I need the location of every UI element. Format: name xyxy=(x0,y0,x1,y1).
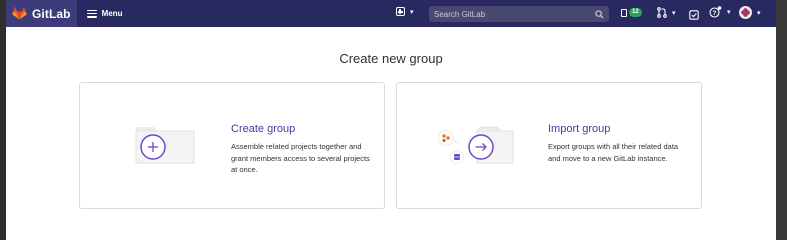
vertical-scrollbar[interactable] xyxy=(776,0,787,240)
menu-label: Menu xyxy=(101,9,123,18)
card-description: Assemble related projects together and g… xyxy=(231,142,370,174)
chevron-down-icon: ▾ xyxy=(757,9,761,17)
import-group-illustration xyxy=(438,126,514,164)
chevron-down-icon: ▾ xyxy=(672,9,676,17)
card-title[interactable]: Import group xyxy=(548,123,610,135)
issues-link[interactable]: 12 xyxy=(621,8,642,17)
search-input[interactable]: Search GitLab xyxy=(429,6,609,22)
issues-icon xyxy=(621,8,627,17)
chevron-down-icon: ▾ xyxy=(727,9,731,16)
page-title: Create new group xyxy=(339,51,443,66)
avatar xyxy=(739,6,752,19)
browser-viewport: GitLab Menu ▾ Search GitLab 12 ▾ ? ▾ ▾ C… xyxy=(6,0,776,240)
help-icon: ? xyxy=(709,6,722,18)
new-dropdown-button[interactable]: ▾ xyxy=(396,7,414,16)
search-placeholder: Search GitLab xyxy=(434,9,486,19)
svg-text:?: ? xyxy=(713,10,717,17)
merge-request-icon xyxy=(657,7,667,18)
merge-requests-dropdown[interactable]: ▾ xyxy=(657,7,676,18)
card-description: Export groups with all their related dat… xyxy=(548,142,679,163)
todo-icon xyxy=(689,10,699,20)
todos-link[interactable] xyxy=(689,7,699,25)
hamburger-icon xyxy=(86,9,97,18)
search-icon xyxy=(595,9,604,19)
menu-button[interactable]: Menu xyxy=(86,9,123,18)
top-navbar: GitLab Menu ▾ Search GitLab 12 ▾ ? ▾ ▾ xyxy=(6,0,776,27)
chevron-down-icon: ▾ xyxy=(410,8,414,16)
user-menu[interactable]: ▾ xyxy=(739,6,761,19)
import-group-card[interactable]: Import group Export groups with all thei… xyxy=(396,82,702,209)
plus-square-icon xyxy=(396,7,405,16)
card-title[interactable]: Create group xyxy=(231,123,295,135)
gitlab-logo-icon xyxy=(12,7,27,20)
create-group-card[interactable]: Create group Assemble related projects t… xyxy=(79,82,385,209)
gitlab-home-link[interactable]: GitLab xyxy=(6,0,77,27)
create-group-illustration xyxy=(135,127,195,164)
issues-count-badge: 12 xyxy=(629,8,642,17)
brand-name: GitLab xyxy=(32,6,71,21)
help-dropdown[interactable]: ? ▾ xyxy=(709,6,731,18)
